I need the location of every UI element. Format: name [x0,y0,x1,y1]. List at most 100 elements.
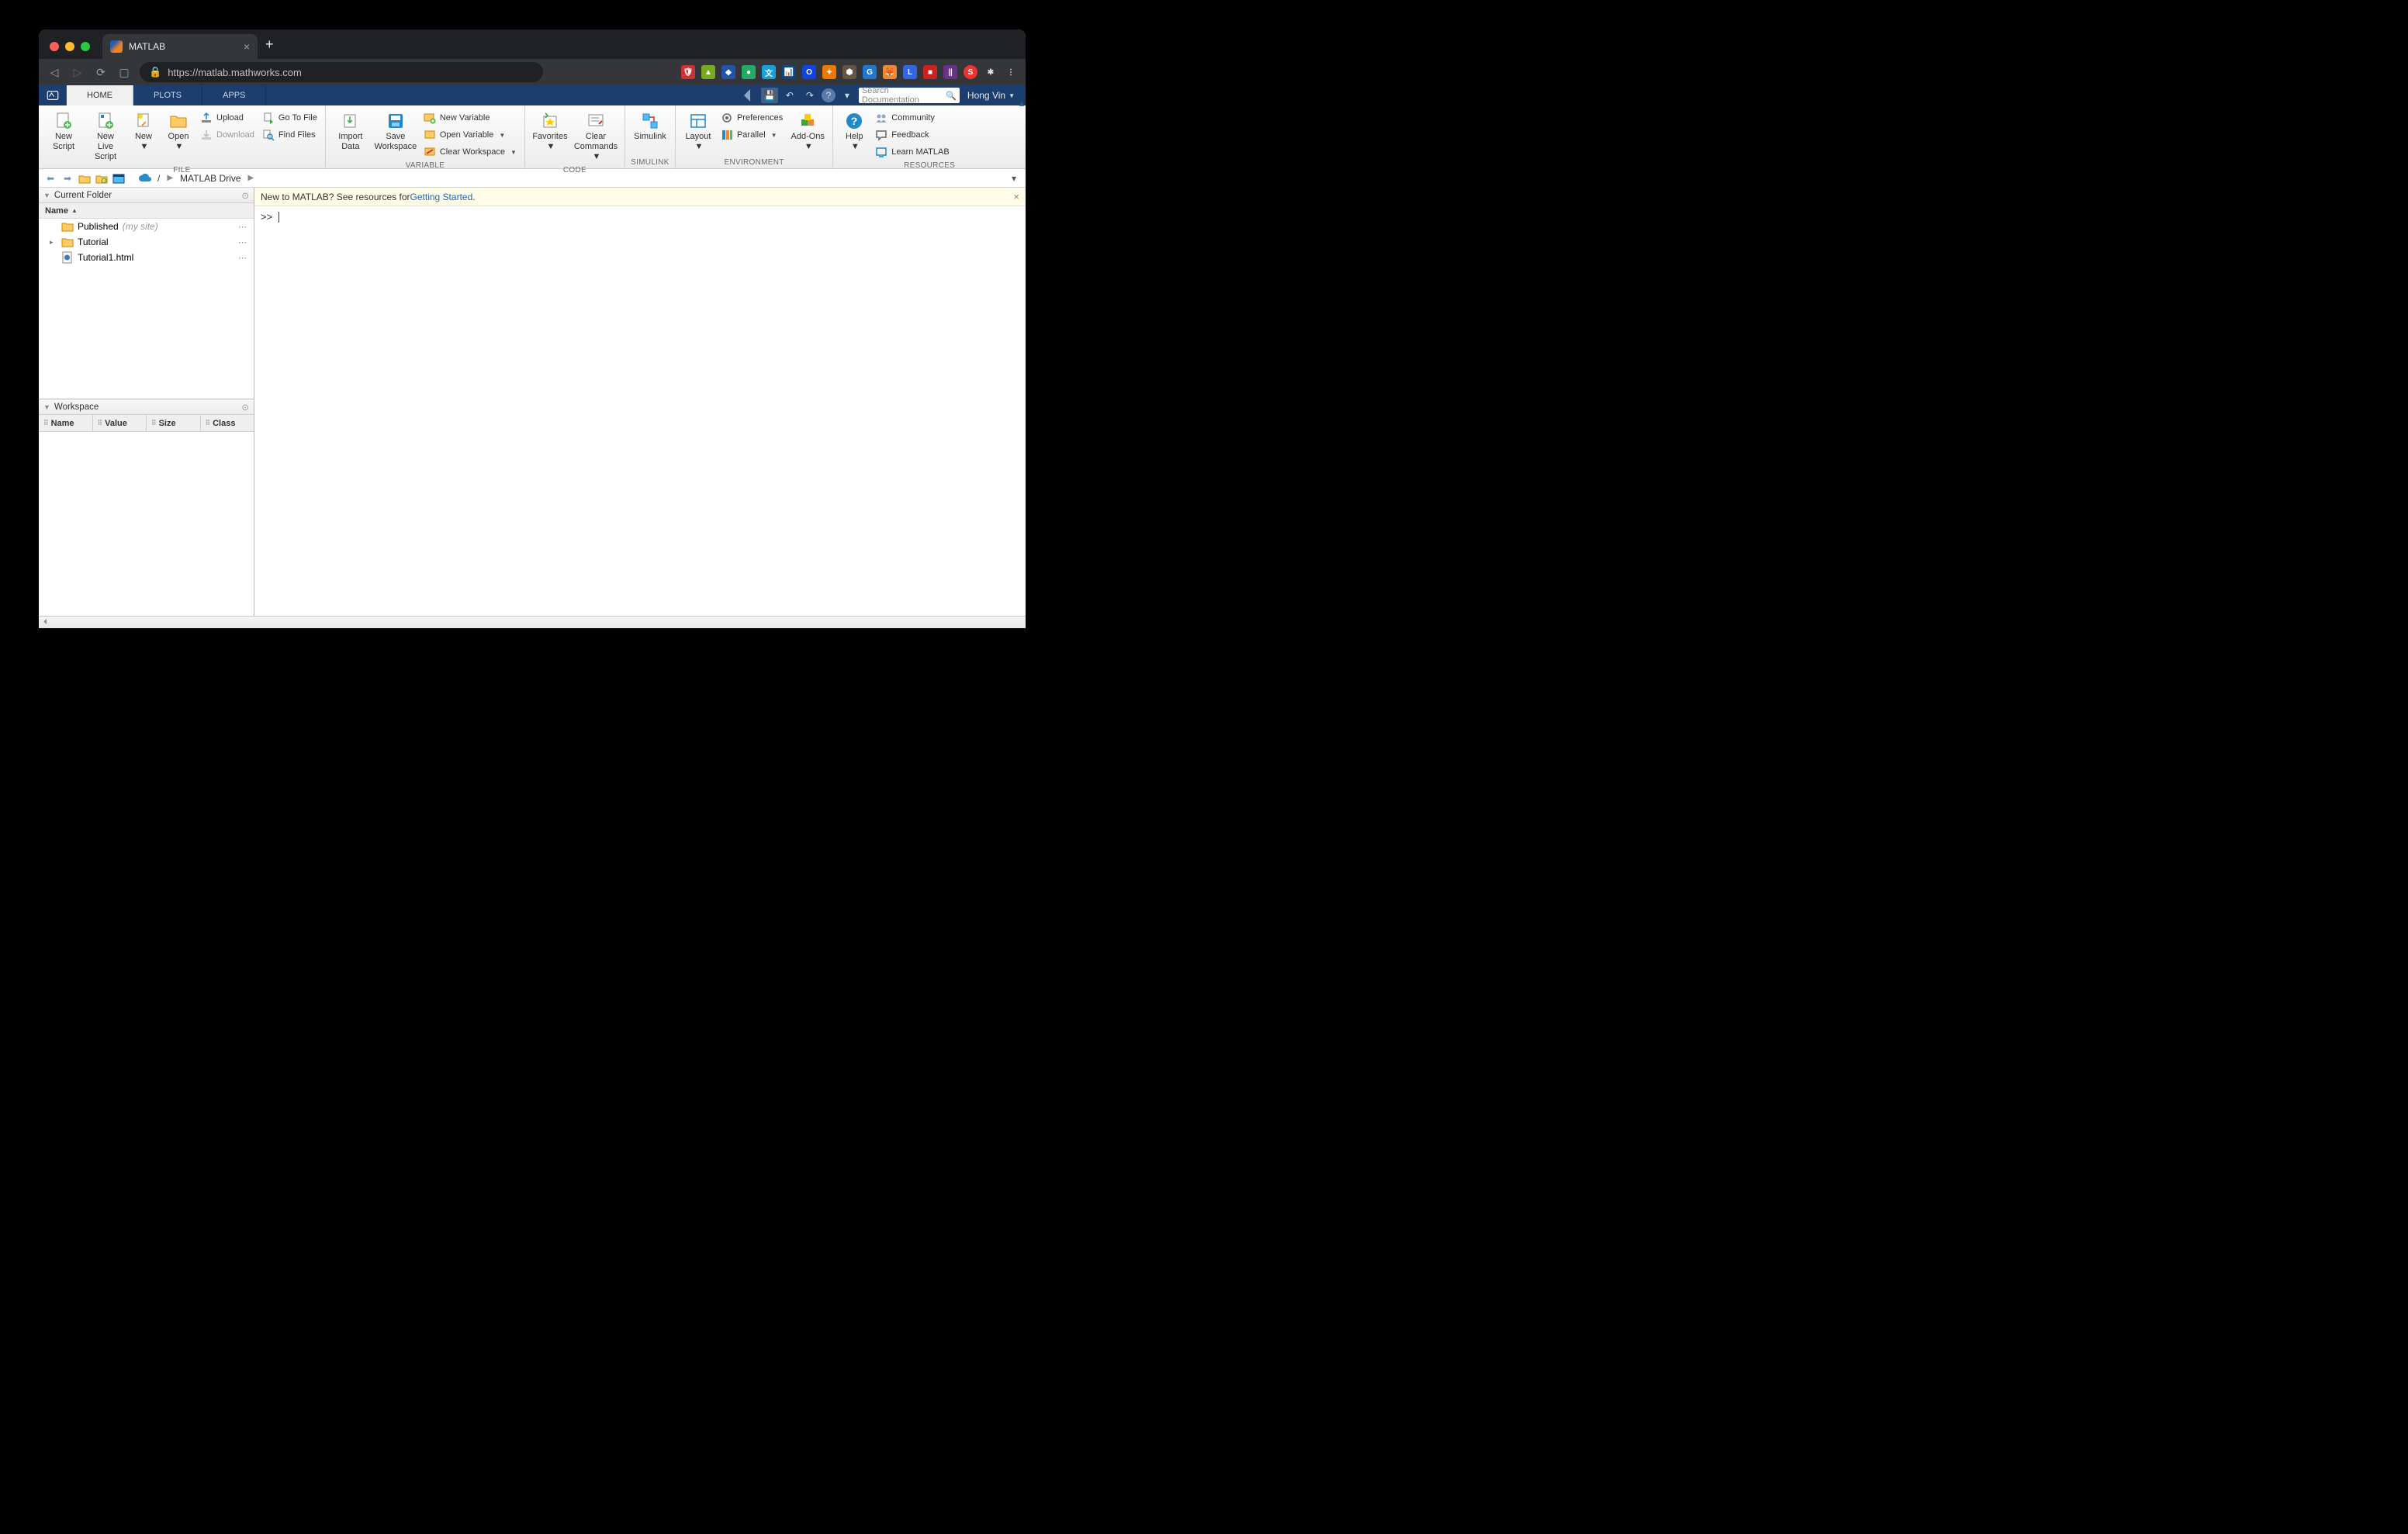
user-menu[interactable]: Hong Vin ▼ [963,90,1019,101]
ext-translate-icon[interactable]: 文 [762,65,776,79]
panel-handle-icon[interactable]: ⏴ [43,618,47,627]
ext-chart-icon[interactable]: 📊 [782,65,796,79]
panel-options-icon[interactable]: ⊙ [241,402,249,413]
search-icon: 🔍 [946,91,957,101]
clear-workspace-button[interactable]: Clear Workspace▼ [420,144,520,160]
open-variable-button[interactable]: Open Variable▼ [420,127,520,143]
main-area: ▼ Current Folder ⊙ Name ▲ Published (my … [39,188,1026,616]
ext-shield-icon[interactable]: 🛡 [681,65,695,79]
nav-reload-button[interactable]: ⟳ [93,66,109,79]
help-button[interactable]: ? Help▼ [838,109,870,154]
save-workspace-button[interactable]: Save Workspace [372,109,419,154]
new-script-icon [54,112,73,130]
browser-menu-icon[interactable]: ⋮ [1004,65,1018,79]
ext-blue-icon[interactable]: G [863,65,877,79]
item-menu-icon[interactable]: ⋯ [238,253,247,263]
nav-back-button[interactable]: ◁ [47,66,62,79]
new-variable-button[interactable]: New Variable [420,110,520,126]
new-live-script-button[interactable]: New Live Script [85,109,126,164]
preferences-button[interactable]: Preferences [718,110,786,126]
url-text: https://matlab.mathworks.com [168,67,302,78]
ws-col-size[interactable]: ⠿Size [147,415,201,431]
item-menu-icon[interactable]: ⋯ [238,237,247,247]
close-banner-icon[interactable]: × [1013,191,1019,202]
ribbon-group-resources: ? Help▼ Community Feedback Learn MATLAB … [833,105,1026,168]
redo-button[interactable]: ↷ [801,88,818,103]
maximize-window-button[interactable] [81,42,90,51]
ext-fox-icon[interactable]: 🦊 [883,65,897,79]
status-bar: ⏴ [39,616,1026,628]
ext-purple-icon[interactable]: || [943,65,957,79]
browser-tab-matlab[interactable]: MATLAB × [102,34,258,59]
ext-brown-icon[interactable]: ⬢ [842,65,856,79]
learn-matlab-button[interactable]: Learn MATLAB [872,144,952,160]
learn-icon [875,146,887,158]
import-data-button[interactable]: Import Data [330,109,371,154]
ext-l-icon[interactable]: L [903,65,917,79]
download-button[interactable]: Download [197,127,258,143]
ext-s-icon[interactable]: S [964,65,977,79]
ext-diamond-icon[interactable]: ◆ [721,65,735,79]
new-button[interactable]: New▼ [127,109,160,154]
folder-icon [61,220,74,233]
tab-close-icon[interactable]: × [244,40,250,53]
ws-col-name[interactable]: ⠿Name [39,415,93,431]
ws-col-class[interactable]: ⠿Class [201,415,254,431]
favorites-button[interactable]: Favorites▼ [530,109,570,154]
item-menu-icon[interactable]: ⋯ [238,222,247,232]
community-button[interactable]: Community [872,110,952,126]
find-files-button[interactable]: Find Files [259,127,320,143]
getting-started-link[interactable]: Getting Started [410,192,473,202]
url-input[interactable]: 🔒 https://matlab.mathworks.com [140,62,543,82]
simulink-button[interactable]: Simulink [630,109,670,143]
new-script-button[interactable]: New Script [43,109,84,154]
new-tab-button[interactable]: + [258,36,282,59]
extensions-puzzle-icon[interactable]: ✱ [984,65,998,79]
close-window-button[interactable] [50,42,59,51]
feedback-button[interactable]: Feedback [872,127,952,143]
collapse-ribbon-icon[interactable]: ▴ [1019,98,1024,109]
ext-orange-icon[interactable]: ✦ [822,65,836,79]
workspace-header[interactable]: ▼ Workspace ⊙ [39,399,254,415]
folder-column-header[interactable]: Name ▲ [39,203,254,219]
tab-apps[interactable]: APPS [202,85,266,105]
help-dropdown-button[interactable]: ▾ [839,88,856,103]
layout-button[interactable]: Layout▼ [680,109,716,154]
clear-commands-button[interactable]: Clear Commands▼ [572,109,620,164]
download-icon [200,129,213,141]
tab-plots[interactable]: PLOTS [133,85,202,105]
save-layout-button[interactable]: 💾 [761,88,778,103]
minimize-window-button[interactable] [65,42,74,51]
group-label-simulink: SIMULINK [625,157,675,168]
path-dropdown-button[interactable]: ▾ [1007,173,1021,184]
nav-forward-button[interactable]: ▷ [70,66,85,79]
panel-options-icon[interactable]: ⊙ [241,190,249,201]
addons-button[interactable]: Add-Ons▼ [787,109,828,154]
bookmark-icon[interactable]: ▢ [116,66,132,79]
go-to-file-button[interactable]: Go To File [259,110,320,126]
search-documentation-input[interactable]: Search Documentation 🔍 [859,88,960,103]
undo-button[interactable]: ↶ [781,88,798,103]
parallel-button[interactable]: Parallel▼ [718,127,786,143]
folder-icon [61,236,74,248]
matlab-tabstrip: HOME PLOTS APPS 💾 ↶ ↷ ? ▾ Search Documen… [39,85,1026,105]
open-button[interactable]: Open▼ [161,109,195,154]
current-folder-header[interactable]: ▼ Current Folder ⊙ [39,188,254,203]
ws-col-value[interactable]: ⠿Value [93,415,147,431]
matlab-logo-icon[interactable] [39,85,67,105]
ext-triangle-icon[interactable]: ▲ [701,65,715,79]
ext-office-icon[interactable]: O [802,65,816,79]
help-circle-button[interactable]: ? [822,88,836,102]
upload-button[interactable]: Upload [197,110,258,126]
help-icon: ? [845,112,863,130]
folder-item-tutorial[interactable]: ▸ Tutorial ⋯ [39,234,254,250]
ext-red-icon[interactable]: ■ [923,65,937,79]
file-item-tutorial1[interactable]: Tutorial1.html ⋯ [39,250,254,265]
ribbon-group-code: Favorites▼ Clear Commands▼ CODE [525,105,625,168]
command-window[interactable]: >> [254,206,1026,616]
folder-item-published[interactable]: Published (my site) ⋯ [39,219,254,234]
tab-home[interactable]: HOME [67,85,133,105]
ext-circle-icon[interactable]: ● [742,65,756,79]
banner-suffix: . [472,192,475,202]
expand-icon[interactable]: ▸ [50,238,57,247]
